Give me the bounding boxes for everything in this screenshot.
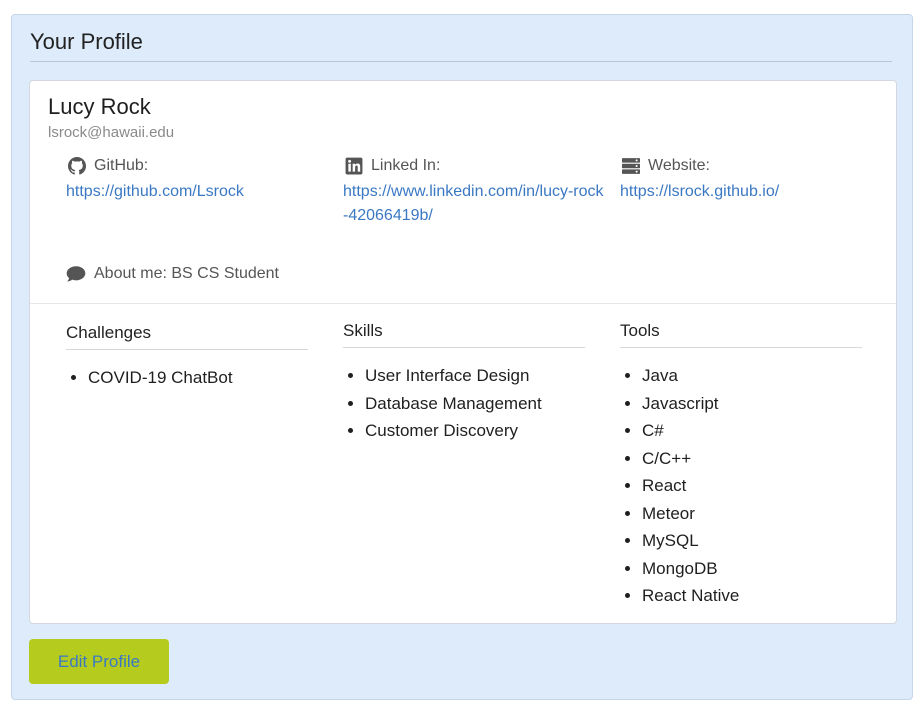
list-item: Customer Discovery — [365, 417, 585, 445]
github-label: GitHub: — [94, 157, 149, 174]
panel-title: Your Profile — [30, 29, 143, 54]
github-icon — [68, 157, 86, 175]
profile-card: Lucy Rock lsrock@hawaii.edu GitHub: http… — [29, 80, 897, 624]
list-item: MySQL — [642, 527, 862, 555]
challenges-section: Challenges COVID-19 ChatBot — [66, 323, 308, 392]
website-link-block: Website: https://lsrock.github.io/ — [620, 157, 882, 204]
skills-heading: Skills — [343, 321, 585, 348]
list-item: Javascript — [642, 390, 862, 418]
linkedin-link-block: Linked In: https://www.linkedin.com/in/l… — [343, 157, 605, 228]
card-divider — [30, 303, 896, 304]
profile-panel: Your Profile Lucy Rock lsrock@hawaii.edu… — [11, 14, 913, 700]
list-item: Database Management — [365, 390, 585, 418]
list-item: MongoDB — [642, 555, 862, 583]
list-item: Java — [642, 362, 862, 390]
list-item: Meteor — [642, 500, 862, 528]
list-item: COVID-19 ChatBot — [88, 364, 308, 392]
tools-list: Java Javascript C# C/C++ React Meteor My… — [620, 362, 862, 610]
linkedin-url-link[interactable]: https://www.linkedin.com/in/lucy-rock-42… — [343, 180, 605, 228]
linkedin-label: Linked In: — [371, 157, 441, 174]
list-item: C/C++ — [642, 445, 862, 473]
list-item: C# — [642, 417, 862, 445]
profile-email: lsrock@hawaii.edu — [48, 124, 175, 141]
challenges-list: COVID-19 ChatBot — [66, 364, 308, 392]
about-text: About me: BS CS Student — [94, 265, 279, 282]
challenges-heading: Challenges — [66, 323, 308, 350]
linkedin-icon — [345, 157, 363, 175]
github-url-link[interactable]: https://github.com/Lsrock — [66, 180, 328, 204]
comment-icon — [66, 266, 86, 282]
tools-heading: Tools — [620, 321, 862, 348]
list-item: React Native — [642, 582, 862, 610]
tools-section: Tools Java Javascript C# C/C++ React Met… — [620, 321, 862, 610]
website-label: Website: — [648, 157, 710, 174]
skills-list: User Interface Design Database Managemen… — [343, 362, 585, 445]
website-url-link[interactable]: https://lsrock.github.io/ — [620, 180, 882, 204]
server-icon — [622, 158, 640, 174]
github-link-block: GitHub: https://github.com/Lsrock — [66, 157, 328, 204]
list-item: User Interface Design — [365, 362, 585, 390]
skills-section: Skills User Interface Design Database Ma… — [343, 321, 585, 445]
edit-profile-button[interactable]: Edit Profile — [29, 639, 169, 684]
profile-name: Lucy Rock — [48, 94, 151, 119]
about-me: About me: BS CS Student — [66, 265, 279, 283]
list-item: React — [642, 472, 862, 500]
title-divider — [30, 61, 892, 62]
